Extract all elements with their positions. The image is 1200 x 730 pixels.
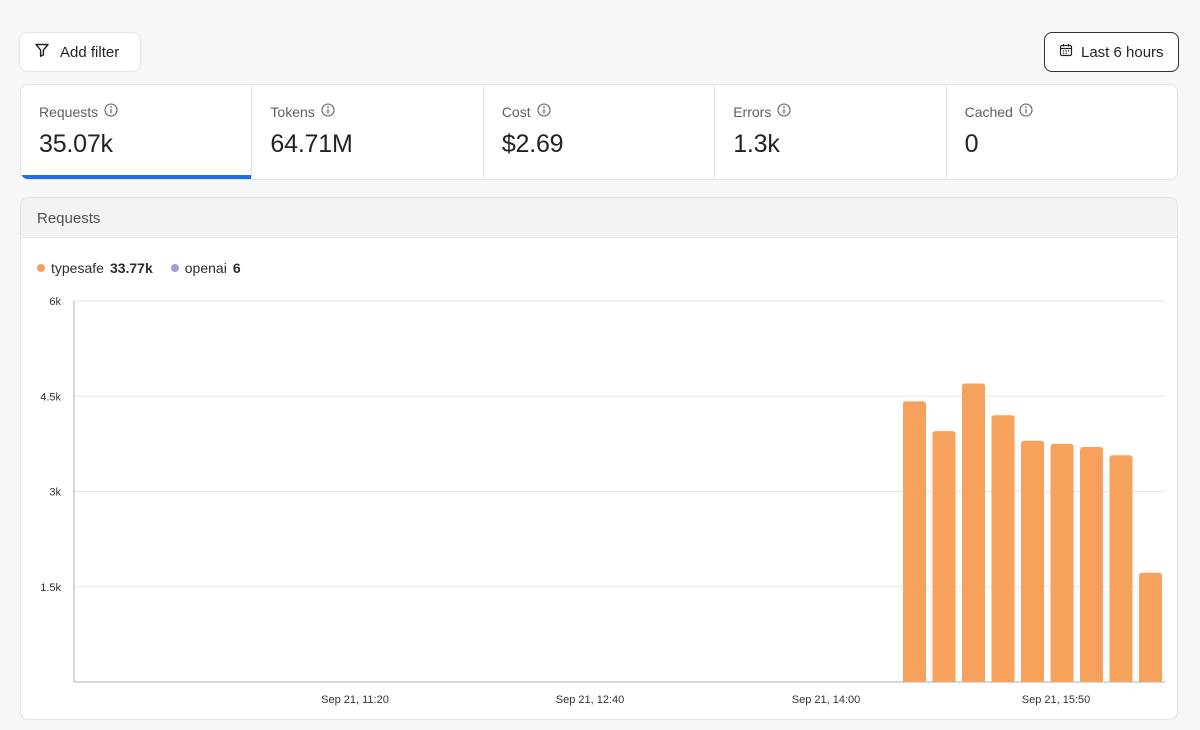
y-tick-label: 1.5k	[40, 582, 61, 594]
chart-bar[interactable]	[991, 415, 1015, 682]
legend-series-name: openai	[184, 260, 227, 276]
metric-label: Cached	[964, 103, 1013, 120]
info-icon[interactable]	[777, 103, 791, 120]
chart-bar[interactable]	[962, 383, 985, 682]
legend-series-value: 6	[232, 260, 241, 276]
legend-item-openai[interactable]: openai 6	[170, 260, 241, 276]
info-icon[interactable]	[537, 103, 551, 120]
legend-series-value: 33.77k	[109, 260, 153, 276]
requests-chart-panel: Requests 6k 4.5k 3k 1.5k Sep 21, 11:20 Sep 21…	[20, 197, 1178, 720]
x-tick-label: Sep 21, 14:00	[792, 694, 861, 706]
chart-bar[interactable]	[1021, 440, 1044, 682]
y-tick-label: 6k	[49, 296, 61, 308]
metric-value: $2.69	[501, 130, 564, 158]
x-tick-label: Sep 21, 15:50	[1022, 694, 1091, 706]
metric-card-errors[interactable]: Errors 1.3k	[715, 85, 947, 179]
time-range-button[interactable]: Last 6 hours	[1044, 32, 1179, 72]
legend-series-name: typesafe	[51, 260, 104, 276]
y-tick-label: 4.5k	[40, 391, 61, 403]
metric-card-requests[interactable]: Requests 35.07k	[21, 85, 253, 179]
x-tick-label: Sep 21, 12:40	[556, 694, 625, 706]
metric-label: Errors	[733, 103, 772, 120]
panel-title: Requests	[37, 210, 101, 227]
legend-item-typesafe[interactable]: typesafe 33.77k	[37, 260, 153, 276]
requests-dashboard: Add filter Last 6 hours Requests 35.07k …	[0, 0, 1200, 730]
info-icon[interactable]	[1019, 103, 1033, 120]
requests-bar-chart: 6k 4.5k 3k 1.5k Sep 21, 11:20 Sep 21, 12:40 Se…	[40, 296, 1165, 706]
info-icon[interactable]	[321, 103, 335, 120]
metric-label: Requests	[39, 103, 99, 120]
time-range-label: Last 6 hours	[1081, 43, 1164, 61]
calendar-icon	[1059, 43, 1073, 61]
y-tick-label: 3k	[49, 487, 61, 499]
add-filter-label: Add filter	[60, 43, 120, 61]
chart-bar[interactable]	[903, 401, 926, 682]
legend-dot	[37, 264, 45, 272]
metric-label: Cost	[501, 103, 531, 120]
chart-bar[interactable]	[932, 431, 956, 682]
chart-legend: typesafe 33.77k openai 6	[37, 260, 241, 276]
x-tick-label: Sep 21, 11:20	[321, 694, 389, 706]
legend-dot	[170, 264, 179, 272]
metric-card-cost[interactable]: Cost $2.69	[484, 85, 716, 179]
chart-bar[interactable]	[1109, 455, 1133, 682]
metric-label: Tokens	[270, 103, 315, 120]
filter-icon	[34, 42, 50, 62]
metric-value: 35.07k	[39, 130, 113, 158]
chart-container: 6k 4.5k 3k 1.5k Sep 21, 11:20 Sep 21, 12:40 Se…	[21, 237, 1177, 719]
info-icon[interactable]	[104, 103, 118, 120]
chart-bar[interactable]	[1080, 447, 1103, 682]
metric-value: 1.3k	[733, 130, 780, 158]
metric-card-cached[interactable]: Cached 0	[947, 85, 1177, 179]
metrics-row: Requests 35.07k Tokens 64.71M Cost $2.69…	[20, 84, 1178, 180]
add-filter-button[interactable]: Add filter	[19, 32, 141, 72]
metric-value: 64.71M	[270, 130, 353, 158]
metric-card-tokens[interactable]: Tokens 64.71M	[252, 85, 484, 179]
chart-bar[interactable]	[1050, 443, 1074, 682]
metric-value: 0	[964, 130, 979, 158]
chart-bar[interactable]	[1139, 572, 1162, 682]
